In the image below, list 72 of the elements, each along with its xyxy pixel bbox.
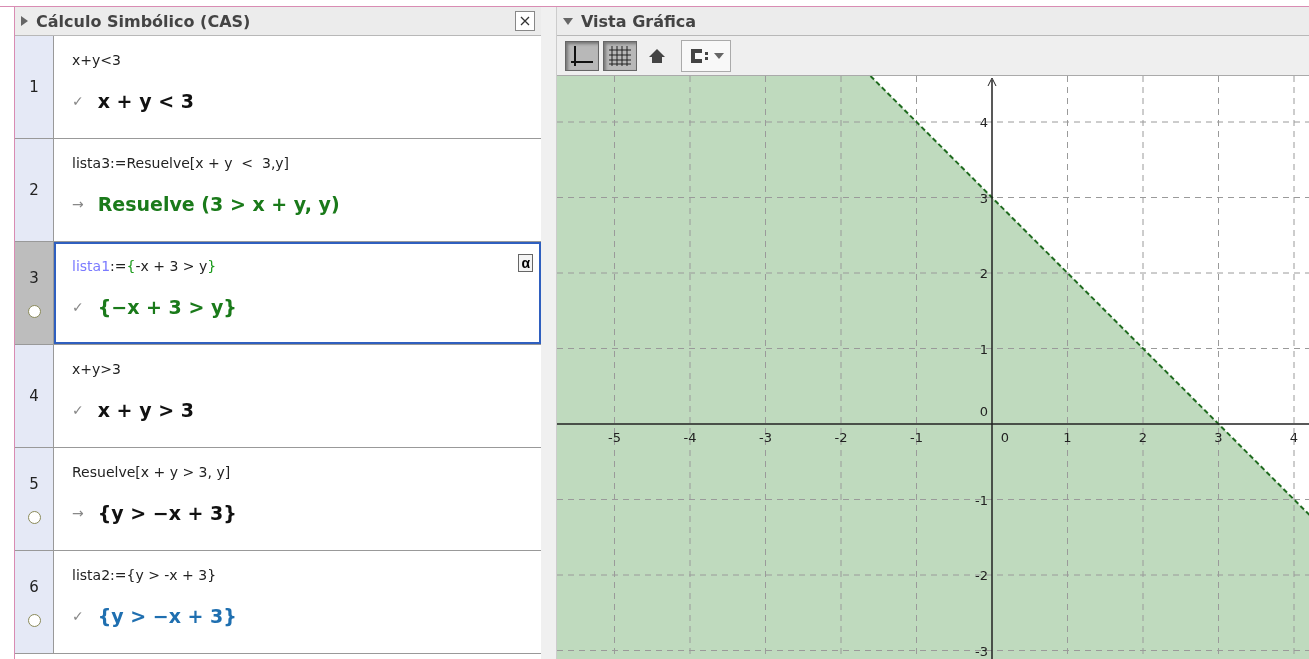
input-expression: lista1:={-x + 3 > y}: [72, 258, 217, 274]
x-tick-label: 2: [1138, 430, 1148, 445]
input-expression: x+y<3: [72, 52, 121, 68]
point-capture-icon: [688, 47, 710, 64]
cas-cell[interactable]: lista1:={-x + 3 > y} ✓ {−x + 3 > y} α: [54, 242, 541, 344]
cas-cell[interactable]: Resuelve[x + y > 3, y] → {y > −x + 3}: [54, 448, 541, 550]
row-number: 2: [29, 181, 39, 199]
row-number: 6: [29, 577, 39, 596]
cas-cell[interactable]: x+y>3 ✓ x + y > 3: [54, 345, 541, 447]
output-expression: Resuelve (3 > x + y, y): [97, 193, 340, 215]
output-expression: x + y > 3: [97, 399, 194, 421]
x-tick-label: -1: [910, 430, 923, 445]
alpha-button[interactable]: α: [518, 254, 533, 272]
row-number: 4: [29, 387, 39, 405]
input-expression: lista3:=Resuelve[x + y < 3,y]: [72, 155, 290, 171]
input-expression: x+y>3: [72, 361, 121, 377]
row-header[interactable]: 4: [15, 345, 54, 447]
grid-button[interactable]: [603, 40, 637, 71]
collapse-triangle-icon[interactable]: [21, 16, 28, 26]
y-tick-label: -3: [975, 643, 988, 659]
y-tick-label: 4: [979, 115, 988, 130]
output-expression: {y > −x + 3}: [97, 605, 237, 627]
panel-title: Vista Gráfica: [581, 11, 698, 31]
close-button[interactable]: [515, 11, 535, 31]
collapse-triangle-icon[interactable]: [563, 17, 573, 25]
output-expression: {−x + 3 > y}: [97, 296, 237, 318]
caret-icon: [714, 52, 724, 59]
x-tick-label: -2: [834, 430, 848, 445]
visibility-toggle[interactable]: [27, 304, 41, 318]
y-tick-label: 1: [979, 341, 988, 357]
row-header[interactable]: 2: [15, 139, 54, 241]
axes-button[interactable]: [565, 40, 599, 71]
output-expression: x + y < 3: [97, 90, 194, 112]
row-header[interactable]: 5: [15, 448, 54, 550]
row-number: 3: [29, 268, 39, 287]
cas-cell[interactable]: x+y<3 ✓ x + y < 3: [54, 36, 541, 138]
output-marker: ✓: [72, 299, 84, 315]
y-tick-label: 0: [979, 404, 988, 419]
home-icon: [648, 47, 666, 64]
output-marker: →: [72, 505, 84, 521]
visibility-toggle[interactable]: [27, 510, 41, 524]
row-header[interactable]: 6: [15, 551, 54, 653]
close-icon: [520, 16, 530, 26]
x-tick-label: 1: [1063, 430, 1072, 445]
cas-cell[interactable]: lista3:=Resuelve[x + y < 3,y] → Resuelve (3 > x + y, y): [54, 139, 541, 241]
y-tick-label: 2: [979, 266, 988, 281]
y-tick-label: -2: [975, 568, 988, 583]
output-marker: ✓: [72, 608, 84, 624]
row-number: 1: [29, 78, 39, 96]
output-marker: →: [72, 196, 84, 212]
input-expression: lista2:={y > -x + 3}: [72, 567, 217, 583]
output-marker: ✓: [72, 402, 84, 418]
axes-icon: [570, 44, 594, 67]
row-header[interactable]: 3: [15, 242, 54, 344]
output-marker: ✓: [72, 93, 84, 109]
panel-title: Cálculo Simbólico (CAS): [36, 11, 252, 31]
point-capture-dropdown[interactable]: [681, 39, 731, 72]
y-tick-label: -1: [975, 492, 988, 508]
visibility-toggle[interactable]: [27, 613, 41, 627]
output-expression: {y > −x + 3}: [97, 502, 237, 524]
x-tick-label: -4: [683, 430, 697, 445]
x-tick-label: -5: [608, 430, 621, 445]
y-tick-label: 3: [979, 190, 988, 206]
x-tick-label: 4: [1289, 430, 1299, 445]
x-tick-label: 3: [1214, 430, 1223, 445]
x-tick-label: 0: [1000, 430, 1010, 445]
input-expression: Resuelve[x + y > 3, y]: [72, 464, 231, 480]
row-header[interactable]: 1: [15, 36, 54, 138]
x-tick-label: -3: [759, 430, 772, 445]
grid-icon: [608, 44, 632, 67]
row-number: 5: [29, 474, 39, 493]
cas-cell[interactable]: lista2:={y > -x + 3} ✓ {y > −x + 3}: [54, 551, 541, 653]
